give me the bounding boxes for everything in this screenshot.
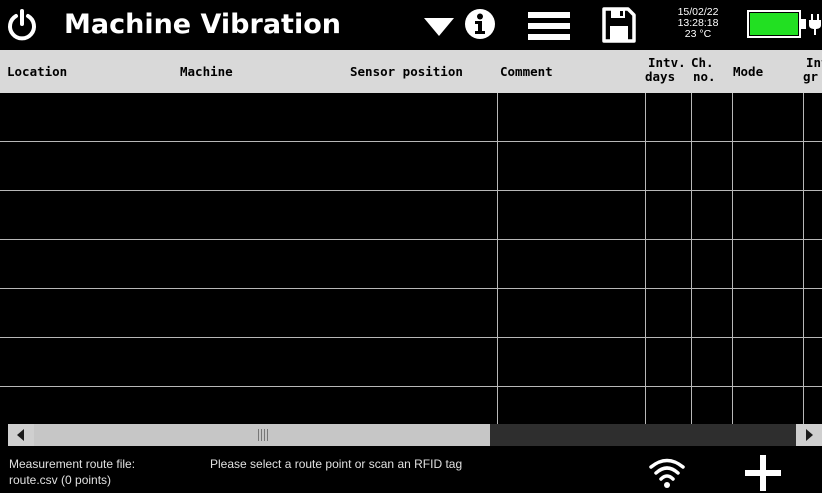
- column-header-intv-line1[interactable]: Intv.: [648, 56, 686, 70]
- table-row[interactable]: [0, 338, 822, 387]
- column-header-location[interactable]: Location: [7, 65, 67, 79]
- column-divider: [645, 93, 646, 424]
- battery-icon: [747, 10, 806, 38]
- info-icon[interactable]: [464, 8, 496, 40]
- add-icon[interactable]: [744, 454, 782, 492]
- status-clock: 15/02/22 13:28:18 23 °C: [666, 7, 730, 40]
- table-row[interactable]: [0, 142, 822, 191]
- column-header-mode[interactable]: Mode: [733, 65, 763, 79]
- column-header-machine[interactable]: Machine: [180, 65, 233, 79]
- temperature-text: 23 °C: [684, 28, 712, 40]
- route-file-label: Measurement route file:: [9, 457, 136, 471]
- column-divider: [803, 93, 804, 424]
- table-header: Location Machine Sensor position Comment…: [0, 50, 822, 93]
- scroll-right-button[interactable]: [796, 424, 822, 446]
- power-icon[interactable]: [6, 9, 38, 41]
- arrow-left-icon: [17, 429, 24, 441]
- table-body[interactable]: [0, 93, 822, 424]
- table-row[interactable]: [0, 240, 822, 289]
- page-title: Machine Vibration: [64, 9, 341, 40]
- dropdown-icon[interactable]: [423, 17, 455, 37]
- arrow-right-icon: [806, 429, 813, 441]
- save-icon[interactable]: [602, 7, 636, 43]
- column-divider: [732, 93, 733, 424]
- scroll-left-button[interactable]: [8, 424, 34, 446]
- plug-icon: [809, 14, 821, 35]
- table-row[interactable]: [0, 387, 822, 424]
- route-file-value: route.csv (0 points): [9, 473, 112, 487]
- wifi-icon[interactable]: [648, 456, 686, 490]
- footer-bar: Measurement route file: route.csv (0 poi…: [0, 446, 822, 493]
- table-row[interactable]: [0, 191, 822, 240]
- column-header-intv-line2[interactable]: days: [645, 70, 675, 84]
- grip-icon: [258, 429, 268, 441]
- column-divider: [691, 93, 692, 424]
- horizontal-scrollbar[interactable]: [8, 424, 822, 446]
- column-header-int-line2[interactable]: gr: [803, 70, 818, 84]
- table-row[interactable]: [0, 289, 822, 338]
- column-header-comment[interactable]: Comment: [500, 65, 553, 79]
- top-bar: Machine Vibration 15/02/22 13:28:18 23 °…: [0, 0, 822, 50]
- scrollbar-thumb[interactable]: [34, 424, 490, 446]
- column-header-ch-line1[interactable]: Ch.: [691, 56, 714, 70]
- column-header-int-line1[interactable]: Int: [806, 56, 822, 70]
- table-row[interactable]: [0, 93, 822, 142]
- column-header-sensor-position[interactable]: Sensor position: [350, 65, 463, 79]
- column-divider: [497, 93, 498, 424]
- column-header-ch-line2[interactable]: no.: [693, 70, 716, 84]
- status-message: Please select a route point or scan an R…: [210, 457, 463, 471]
- menu-icon[interactable]: [528, 10, 570, 42]
